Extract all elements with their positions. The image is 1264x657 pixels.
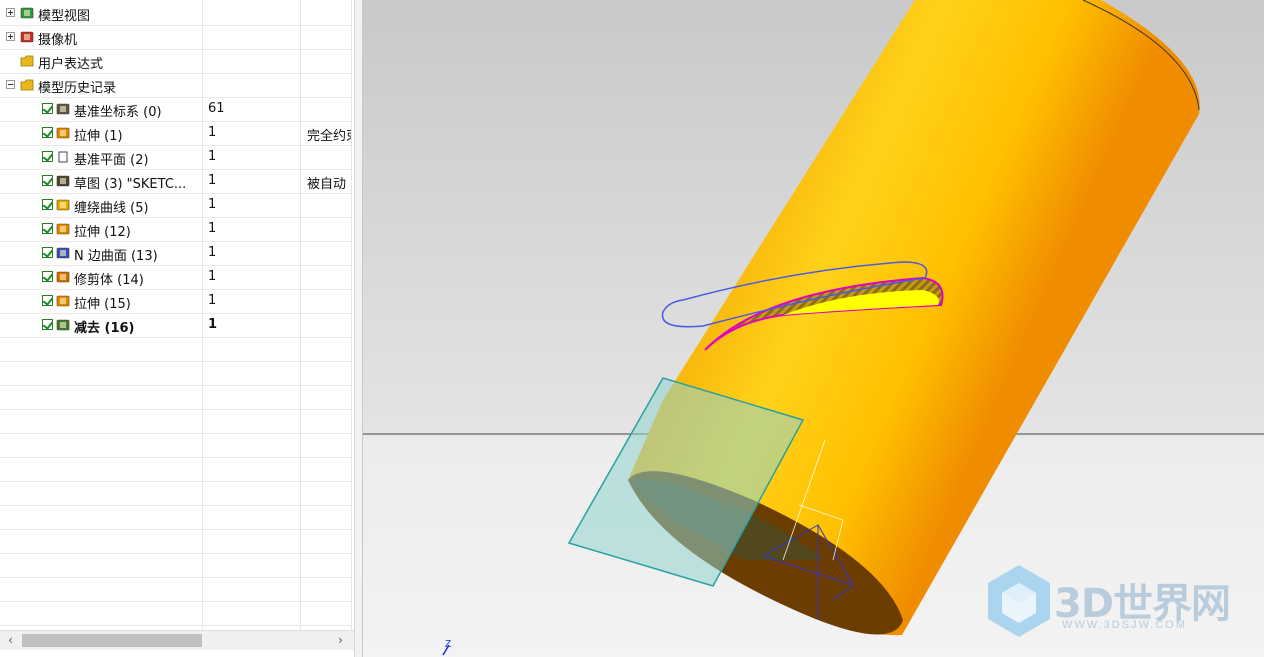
row-name: 模型视图 <box>38 9 91 24</box>
row-name: 基准平面 (2) <box>74 153 149 168</box>
triad-z-label: Z <box>445 639 451 650</box>
n-sided-surface-icon <box>56 246 70 260</box>
watermark: 3D世界网 WWW.3DSJW.COM <box>984 563 1254 643</box>
scrollbar-thumb[interactable] <box>22 634 202 647</box>
horizontal-scrollbar[interactable]: ‹ › <box>0 630 354 650</box>
cameras-icon <box>20 30 34 44</box>
row-name: 用户表达式 <box>38 57 104 72</box>
expand-icon[interactable] <box>6 8 15 17</box>
row-update-count: 1 <box>208 125 217 140</box>
row-update-count: 1 <box>208 173 217 188</box>
folder-open-icon <box>20 78 34 92</box>
row-update-count: 1 <box>208 149 217 164</box>
checkbox-checked-icon[interactable] <box>42 223 53 234</box>
extrude-icon <box>56 126 70 140</box>
row-name: 模型历史记录 <box>38 81 117 96</box>
row-remark: 完全约束 <box>307 129 352 144</box>
wrap-curve-icon <box>56 198 70 212</box>
datum-csys-icon <box>56 102 70 116</box>
extrude-icon <box>56 294 70 308</box>
column-divider-remark <box>300 0 301 630</box>
column-divider-update <box>202 0 203 630</box>
model-views-icon <box>20 6 34 20</box>
row-name: N 边曲面 (13) <box>74 249 158 264</box>
model-scene: Z <box>363 0 1264 657</box>
checkbox-checked-icon[interactable] <box>42 175 53 186</box>
datum-plane-icon <box>56 150 70 164</box>
row-name: 减去 (16) <box>74 321 135 336</box>
trim-body-icon <box>56 270 70 284</box>
checkbox-checked-icon[interactable] <box>42 319 53 330</box>
row-update-count: 1 <box>208 245 217 260</box>
row-update-count: 1 <box>208 293 217 308</box>
row-name: 拉伸 (15) <box>74 297 131 312</box>
scroll-left-button[interactable]: ‹ <box>2 632 19 649</box>
row-name: 草图 (3) "SKETC... <box>74 177 187 192</box>
row-name: 缠绕曲线 (5) <box>74 201 149 216</box>
watermark-cube-icon <box>988 565 1050 637</box>
row-update-count: 1 <box>208 317 218 332</box>
extrude-icon <box>56 222 70 236</box>
row-remark: 被自动 <box>307 177 347 192</box>
collapse-icon[interactable] <box>6 80 15 89</box>
column-divider-end <box>351 0 352 630</box>
watermark-url: WWW.3DSJW.COM <box>1062 619 1187 631</box>
row-name: 基准坐标系 (0) <box>74 105 162 120</box>
checkbox-checked-icon[interactable] <box>42 151 53 162</box>
scroll-right-button[interactable]: › <box>332 632 349 649</box>
part-navigator: 模型视图摄像机用户表达式模型历史记录基准坐标系 (0) 61 拉伸 (1) 1 完全约束… <box>0 0 354 657</box>
checkbox-checked-icon[interactable] <box>42 271 53 282</box>
checkbox-checked-icon[interactable] <box>42 247 53 258</box>
row-name: 摄像机 <box>38 33 78 48</box>
row-update-count: 61 <box>208 101 225 116</box>
row-update-count: 1 <box>208 221 217 236</box>
row-update-count: 1 <box>208 197 217 212</box>
folder-icon <box>20 54 34 68</box>
checkbox-checked-icon[interactable] <box>42 199 53 210</box>
row-name: 拉伸 (12) <box>74 225 131 240</box>
pane-splitter[interactable] <box>354 0 363 657</box>
row-name: 拉伸 (1) <box>74 129 123 144</box>
checkbox-checked-icon[interactable] <box>42 127 53 138</box>
checkbox-checked-icon[interactable] <box>42 295 53 306</box>
row-update-count: 1 <box>208 269 217 284</box>
graphics-viewport[interactable]: Z <box>363 0 1264 657</box>
row-name: 修剪体 (14) <box>74 273 144 288</box>
expand-icon[interactable] <box>6 32 15 41</box>
checkbox-checked-icon[interactable] <box>42 103 53 114</box>
sketch-icon <box>56 174 70 188</box>
subtract-icon <box>56 318 70 332</box>
